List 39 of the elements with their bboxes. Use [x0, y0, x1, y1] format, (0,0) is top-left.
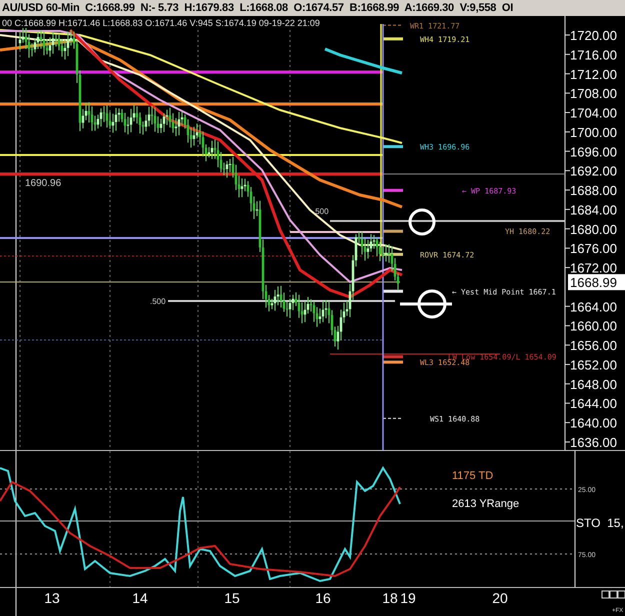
axis-label: 1636.00 — [570, 434, 617, 450]
axis-label: 1640.00 — [570, 415, 617, 430]
quote-text: AU/USD 60-Min C:1668.99 N:- 5.73 H:1679.83 L:1668.08 O:1674.57 B:1668.99 A:1669.30 V:9,558 OI — [2, 2, 514, 14]
indicator-title: STO 15, — [576, 516, 624, 530]
axis-label: 1692.00 — [570, 163, 617, 178]
bar-info-text: 00 C:1668.99 H:1671.46 L:1668.83 O:1671.46 V:945 S:1674.19 09-19-22 21:09 — [2, 18, 320, 28]
axis-label: 1676.00 — [570, 240, 617, 256]
stat-label: 1175 TD — [452, 470, 494, 482]
axis-label: 1664.00 — [570, 298, 617, 314]
circle-annotation — [408, 208, 436, 236]
axis-label: 1644.00 — [570, 396, 617, 411]
axis-label: 1704.00 — [570, 105, 617, 120]
axis-label: 1672.00 — [570, 260, 617, 276]
date-label: 20 — [492, 590, 508, 606]
axis-label: 1688.00 — [570, 182, 617, 198]
axis-label: 1716.00 — [570, 47, 617, 62]
axis-label: 1680.00 — [570, 221, 617, 236]
axis-label: 1696.00 — [570, 144, 617, 159]
axis-label: 1648.00 — [570, 376, 617, 392]
circle-annotation — [400, 289, 452, 318]
date-label: 15 — [224, 590, 240, 606]
date-label: 13 — [44, 590, 60, 606]
price-label: 1690.96 — [25, 178, 62, 189]
fib-label: .500 — [150, 296, 166, 306]
current-price-tag: 1668.99 — [568, 274, 625, 290]
axis-label: 1652.00 — [570, 357, 617, 372]
axis-label: 1656.00 — [570, 338, 617, 353]
axis-label: 1700.00 — [570, 124, 617, 140]
axis-label: 1660.00 — [570, 318, 617, 334]
axis-label: 1720.00 — [570, 28, 617, 43]
axis-label: 1712.00 — [570, 66, 617, 82]
fib-label: .500 — [313, 206, 329, 216]
axis-label: 1684.00 — [570, 202, 617, 218]
stat-label: 2613 YRange — [452, 498, 520, 510]
date-label: 16 — [315, 590, 331, 606]
date-label: 18 — [382, 590, 398, 606]
date-label: 14 — [132, 590, 148, 606]
axis-label: 1708.00 — [570, 86, 617, 101]
date-label: 19 — [400, 590, 416, 606]
